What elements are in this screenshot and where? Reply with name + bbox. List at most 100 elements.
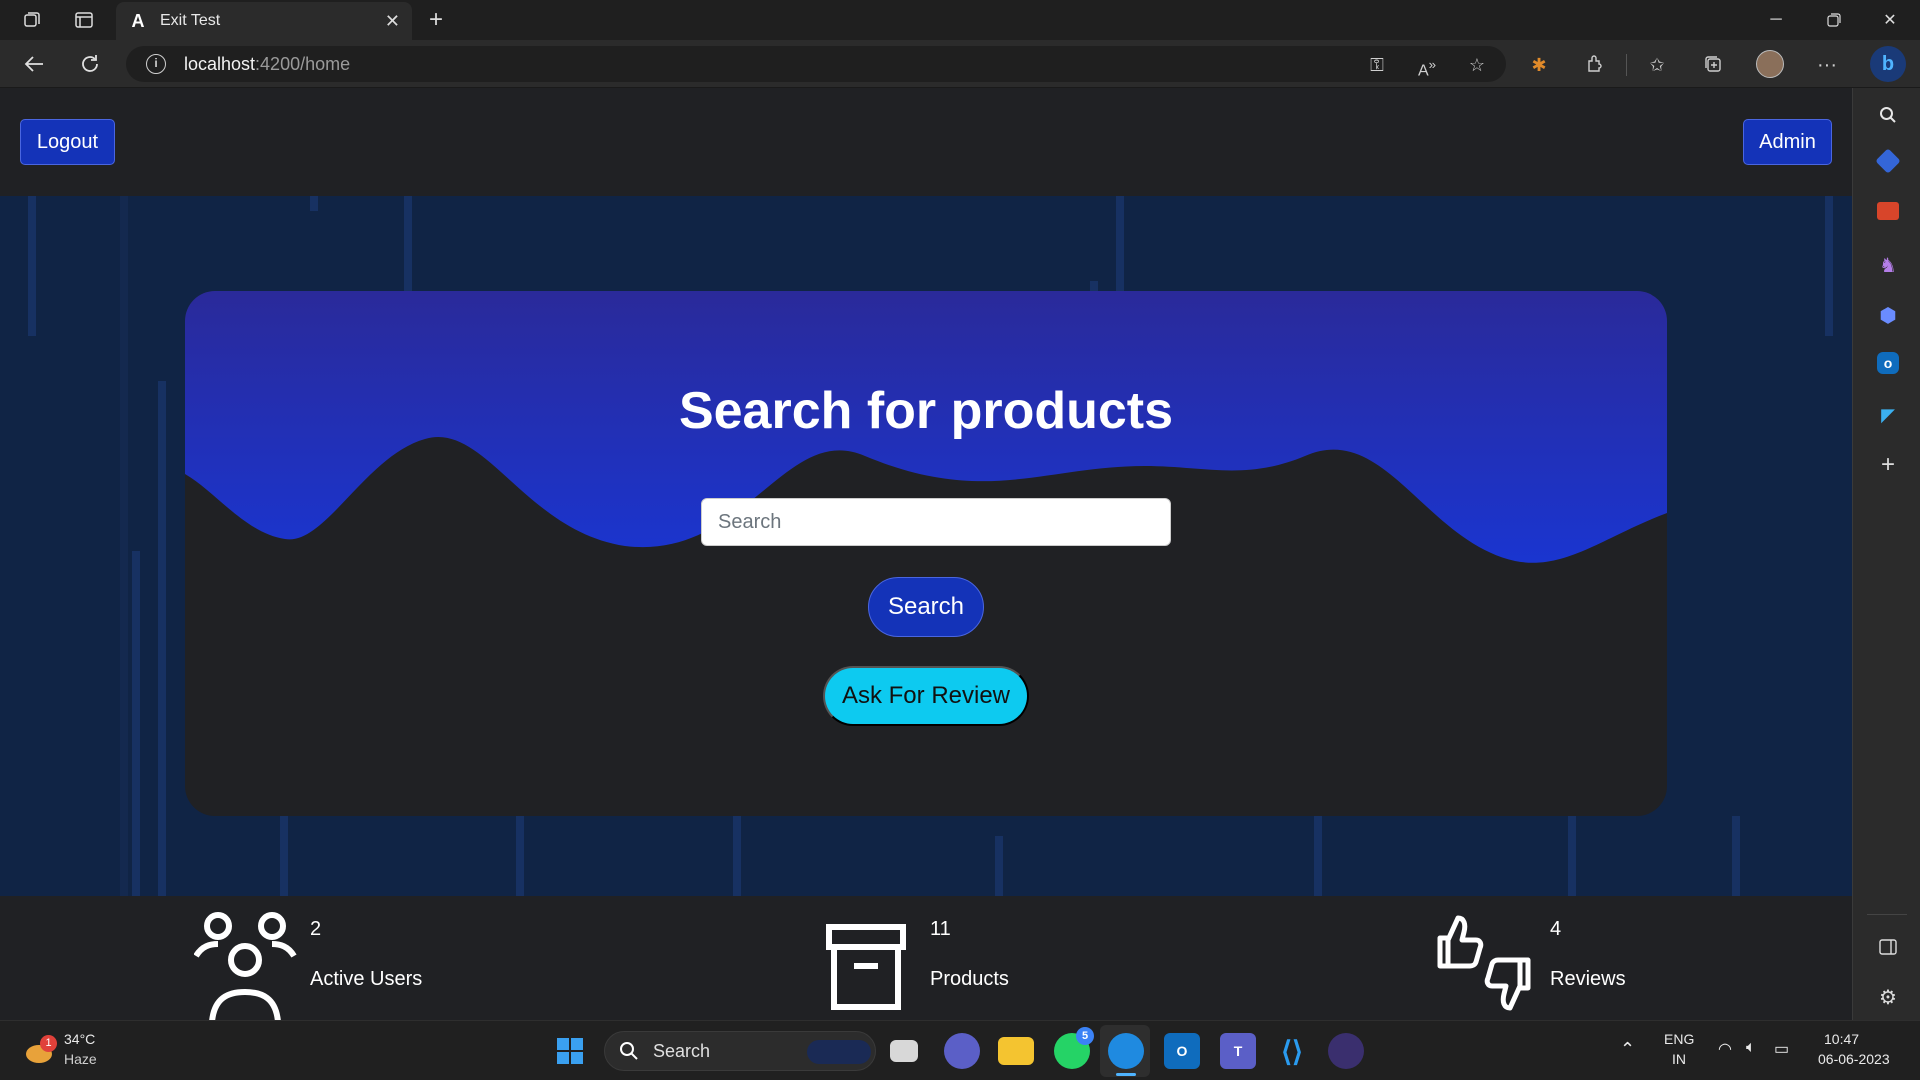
add-sidebar-app-icon[interactable]: + [1875, 451, 1901, 478]
toolbar-divider [1626, 54, 1627, 76]
bg-stripe [120, 196, 128, 896]
microsoft-365-icon[interactable]: ⬢ [1875, 302, 1901, 328]
restore-icon[interactable] [1814, 6, 1854, 34]
bg-stripe [516, 816, 524, 896]
thumbs-up-down-icon [1437, 915, 1531, 1011]
edge-browser-icon[interactable] [1108, 1033, 1144, 1069]
weather-temp: 34°C [64, 1031, 96, 1047]
language-bottom[interactable]: IN [1672, 1051, 1686, 1067]
drop-send-icon[interactable]: ◤ [1875, 402, 1901, 428]
favorites-icon[interactable]: ✩ [1646, 54, 1668, 76]
read-aloud-icon[interactable]: A» [1416, 54, 1438, 79]
bg-stripe [1116, 196, 1124, 296]
products-count: 11 [930, 918, 951, 940]
refresh-icon[interactable] [76, 50, 104, 78]
extensions-icon[interactable] [1584, 54, 1606, 76]
clock-date[interactable]: 06-06-2023 [1818, 1051, 1890, 1067]
edge-sidebar: ♞ ⬢ o ◤ + ⚙ [1852, 88, 1920, 1020]
key-icon[interactable]: ⚿ [1366, 54, 1388, 76]
workspaces-icon[interactable] [20, 8, 44, 32]
favorite-star-icon[interactable]: ☆ [1466, 54, 1488, 76]
bing-copilot-icon[interactable]: b [1870, 46, 1906, 82]
shopping-tag-icon[interactable] [1875, 148, 1901, 174]
battery-icon[interactable]: ▭ [1774, 1039, 1789, 1059]
bg-stripe [132, 551, 140, 896]
page-header: Logout Admin [0, 88, 1852, 196]
page-title: Search for products [678, 382, 1174, 440]
weather-desc: Haze [64, 1051, 97, 1067]
taskbar-search[interactable]: Search [604, 1031, 876, 1071]
active-users-count: 2 [310, 918, 322, 940]
wave-background [185, 291, 1667, 563]
ask-for-review-button[interactable]: Ask For Review [823, 666, 1029, 726]
teams-chat-icon[interactable] [944, 1033, 980, 1069]
bg-stripe [733, 816, 741, 896]
volume-icon[interactable]: 🔈︎ [1746, 1039, 1756, 1057]
tab-actions-icon[interactable] [72, 8, 96, 32]
bg-stripe [310, 196, 318, 211]
start-windows-icon[interactable] [552, 1033, 588, 1069]
bg-stripe [1314, 816, 1322, 896]
web-page: Logout Admin Search for products Search … [0, 88, 1852, 1020]
search-button[interactable]: Search [868, 577, 984, 637]
wifi-icon[interactable]: ◠ [1718, 1039, 1732, 1059]
site-info-icon[interactable]: i [146, 54, 166, 74]
eclipse-icon[interactable] [1328, 1033, 1364, 1069]
windows-taskbar: 1 34°C Haze Search 5 O T ⟨⟩ ⌃ ENG IN ◠ 🔈… [0, 1020, 1920, 1080]
bg-stripe [995, 836, 1003, 896]
back-icon[interactable] [20, 50, 48, 78]
sidebar-search-icon[interactable] [1875, 102, 1901, 128]
whatsapp-badge: 5 [1076, 1027, 1094, 1045]
edge-active-indicator [1116, 1073, 1136, 1076]
collections-icon[interactable] [1702, 54, 1724, 76]
extension-c-icon[interactable]: ✱ [1528, 54, 1550, 76]
vscode-icon[interactable]: ⟨⟩ [1274, 1033, 1310, 1069]
teams-icon[interactable]: T [1220, 1033, 1256, 1069]
sidebar-settings-icon[interactable]: ⚙ [1875, 984, 1901, 1010]
minimize-icon[interactable]: ─ [1756, 6, 1796, 34]
search-highlight-badge [807, 1040, 871, 1064]
close-window-icon[interactable]: ✕ [1870, 6, 1910, 34]
browser-titlebar: A Exit Test ✕ + ─ ✕ [0, 0, 1920, 40]
bg-stripe [404, 196, 412, 296]
bg-stripe [1825, 196, 1833, 336]
show-hidden-icons-icon[interactable]: ⌃ [1620, 1039, 1635, 1060]
address-bar[interactable]: i localhost:4200/home ⚿ A» ☆ [126, 46, 1506, 82]
outlook-taskbar-icon[interactable]: O [1164, 1033, 1200, 1069]
logout-button[interactable]: Logout [20, 119, 115, 165]
games-chess-icon[interactable]: ♞ [1875, 252, 1901, 278]
bg-stripe [158, 381, 166, 896]
sidebar-divider [1867, 914, 1907, 915]
outlook-icon[interactable]: o [1877, 352, 1899, 374]
weather-widget[interactable]: 1 [22, 1035, 57, 1067]
users-icon [194, 912, 297, 1020]
bg-stripe [1732, 816, 1740, 896]
products-label: Products [930, 968, 1009, 990]
bg-stripe [28, 196, 36, 336]
archive-box-icon [826, 924, 906, 1010]
more-menu-icon[interactable]: ··· [1816, 54, 1838, 76]
task-view-icon[interactable] [890, 1040, 918, 1062]
profile-avatar[interactable] [1756, 50, 1784, 78]
angular-favicon-icon: A [131, 11, 145, 31]
browser-navbar: i localhost:4200/home ⚿ A» ☆ ✱ ✩ ··· b [0, 40, 1920, 88]
bg-stripe [280, 816, 288, 896]
admin-button[interactable]: Admin [1743, 119, 1832, 165]
clock-time[interactable]: 10:47 [1824, 1031, 1859, 1047]
tools-toolbox-icon[interactable] [1877, 202, 1899, 220]
new-tab-icon[interactable]: + [424, 6, 448, 33]
taskbar-search-label: Search [653, 1040, 711, 1061]
browser-tab[interactable]: A Exit Test ✕ [116, 2, 412, 40]
file-explorer-icon[interactable] [998, 1037, 1034, 1065]
reviews-label: Reviews [1550, 968, 1626, 990]
search-card: Search for products Search Ask For Revie… [185, 291, 1667, 816]
stats-section: 2 Active Users 11 Products 4 Reviews [0, 896, 1852, 1020]
url-text: localhost:4200/home [184, 53, 351, 74]
language-top[interactable]: ENG [1664, 1031, 1694, 1047]
hide-sidebar-icon[interactable] [1875, 934, 1901, 960]
tab-close-icon[interactable]: ✕ [385, 11, 400, 32]
weather-badge: 1 [40, 1035, 57, 1052]
bg-stripe [1568, 816, 1576, 896]
search-input[interactable] [701, 498, 1171, 546]
whatsapp-icon[interactable]: 5 [1054, 1027, 1094, 1069]
